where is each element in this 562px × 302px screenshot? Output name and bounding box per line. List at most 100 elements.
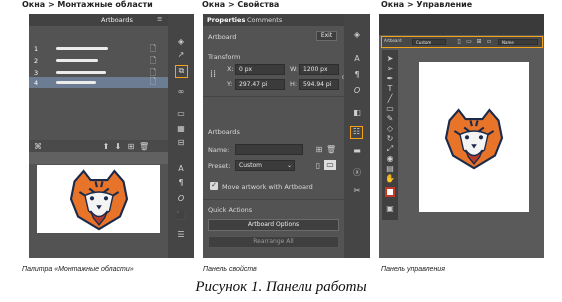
paragraph-icon[interactable]: ¶ (176, 178, 186, 188)
rectangle-tool-icon[interactable]: ▭ (385, 104, 395, 114)
control-preset-select[interactable]: Custom (412, 39, 446, 45)
h-field[interactable]: 594.94 pi (299, 79, 339, 90)
exit-button[interactable]: Exit (316, 31, 337, 41)
artboard-row-number: 2 (34, 57, 39, 65)
brushes-icon[interactable]: ✂ (352, 186, 362, 196)
header-control: Окна > Управление (381, 0, 473, 9)
transform-icon[interactable]: ⊟ (176, 138, 186, 148)
opentype-icon[interactable]: O (176, 194, 186, 204)
app-menubar (379, 14, 544, 35)
symbols-icon[interactable]: ◧ (352, 108, 362, 118)
rearrange-icon[interactable]: ⌘ (33, 142, 43, 152)
type-tool-icon[interactable]: T (385, 84, 395, 94)
reference-point-icon[interactable]: ⁞⁞ (207, 70, 219, 82)
grid-icon[interactable]: ▦ (176, 124, 186, 134)
header-artboards: Окна > Монтажные области (22, 0, 153, 9)
symbols-icon[interactable]: ⬛ (176, 211, 186, 221)
move-up-icon[interactable]: ⬆ (101, 142, 111, 152)
y-field[interactable]: 297.47 pi (235, 79, 285, 90)
artboard-canvas (419, 62, 529, 212)
landscape-icon[interactable]: ▭ (464, 37, 474, 47)
transform-title: Transform (208, 53, 241, 61)
glyphs-icon[interactable]: ⓐ (352, 168, 362, 178)
preset-label: Preset: (208, 162, 231, 170)
artboard-page-icon[interactable]: 🗋 (148, 77, 158, 87)
control-name-field[interactable]: Name (498, 39, 538, 45)
artboard-row-1[interactable]: 1 🗋 (29, 44, 168, 54)
x-field[interactable]: 0 px (235, 64, 285, 75)
align-icon[interactable]: ▭ (176, 109, 186, 119)
artboard-options-icon[interactable]: ⊞ (314, 145, 324, 155)
layers-icon[interactable]: ◈ (176, 37, 186, 47)
artboard-row-2[interactable]: 2 🗋 (29, 56, 168, 66)
scale-tool-icon[interactable]: ⤢ (385, 144, 395, 154)
portrait-icon[interactable]: ▯ (313, 161, 323, 171)
direct-selection-icon[interactable]: ➢ (385, 64, 395, 74)
portrait-icon[interactable]: ▯ (454, 37, 464, 47)
divider (203, 96, 344, 97)
move-down-icon[interactable]: ⬇ (113, 142, 123, 152)
rearrange-all-button[interactable]: Rearrange All (208, 236, 339, 248)
artboard-canvas (37, 165, 160, 233)
line-tool-icon[interactable]: ╱ (385, 94, 395, 104)
artboard-name-bar (56, 81, 96, 84)
properties-icon[interactable]: ☷ (350, 126, 363, 139)
tab-comments[interactable]: Comments (247, 16, 282, 24)
artboard-page-icon[interactable]: 🗋 (148, 44, 158, 54)
tab-artboards[interactable]: Artboards (101, 16, 133, 24)
paragraph-icon[interactable]: ¶ (352, 70, 362, 80)
artboard-row-4[interactable]: 4 🗋 (29, 77, 168, 88)
export-icon[interactable]: ↗ (176, 50, 186, 60)
w-label: W: (290, 65, 299, 73)
rotate-tool-icon[interactable]: ↻ (385, 134, 395, 144)
delete-artboard-icon[interactable]: 🗑 (326, 145, 336, 155)
artboard-name-bar (56, 47, 108, 50)
name-label: Name: (208, 146, 230, 154)
w-field[interactable]: 1200 px (299, 64, 339, 75)
control-panel-screenshot: Artboard Custom ▯ ▭ ⊞ ▫ Name ➤ ➢ ✒ T ╱ ▭… (379, 14, 544, 258)
divider-2 (203, 199, 344, 200)
properties-panel-screenshot: Properties Comments Artboard Exit Transf… (203, 14, 370, 258)
chevron-down-icon: ⌄ (286, 162, 292, 169)
panel-menu-icon[interactable]: ≡ (157, 15, 162, 23)
shape-builder-icon[interactable]: ◉ (385, 154, 395, 164)
pen-tool-icon[interactable]: ✒ (385, 74, 395, 84)
character-icon[interactable]: A (352, 54, 362, 64)
artboard-row-3[interactable]: 3 🗋 (29, 68, 168, 77)
eraser-tool-icon[interactable]: ◇ (385, 124, 395, 134)
artboard-row-number: 3 (34, 69, 39, 77)
fill-stroke-swatch[interactable] (385, 187, 395, 197)
delete-artboard-icon[interactable]: ▫ (484, 37, 494, 47)
layers-icon[interactable]: ◈ (352, 30, 362, 40)
delete-artboard-icon[interactable]: 🗑 (139, 142, 149, 152)
new-artboard-icon[interactable]: ⊞ (474, 37, 484, 47)
name-field[interactable] (235, 144, 303, 155)
artboards-icon[interactable]: ⧉ (175, 65, 188, 78)
hand-tool-icon[interactable]: ✋ (385, 174, 395, 184)
preset-select[interactable]: Custom ⌄ (235, 160, 295, 171)
brush-tool-icon[interactable]: ✎ (385, 114, 395, 124)
artboard-row-number: 1 (34, 45, 39, 53)
links-icon[interactable]: ∞ (176, 87, 186, 97)
selection-tool-icon[interactable]: ➤ (385, 54, 395, 64)
artboards-panel-screenshot: Artboards ≡ 1 🗋 2 🗋 3 🗋 4 🗋 ⌘ ⬆ ⬇ ⊞ 🗑 ◈ … (29, 14, 194, 258)
artboard-options-button[interactable]: Artboard Options (208, 219, 339, 231)
comments-icon[interactable]: ▬ (352, 146, 362, 156)
quick-actions-title: Quick Actions (208, 206, 253, 214)
opentype-icon[interactable]: O (352, 86, 362, 96)
artboard-page-icon[interactable]: 🗋 (148, 56, 158, 66)
gradient-tool-icon[interactable]: ▤ (385, 164, 395, 174)
control-bar[interactable]: Artboard Custom ▯ ▭ ⊞ ▫ Name (381, 36, 543, 48)
artboard-name-bar (56, 59, 98, 62)
tab-properties[interactable]: Properties (207, 16, 245, 24)
artboards-section-title: Artboards (208, 128, 240, 136)
artboard-row-number: 4 (34, 79, 39, 87)
landscape-icon[interactable]: ▭ (324, 160, 336, 170)
screen-mode-icon[interactable]: ▣ (385, 204, 395, 214)
properties-icon[interactable]: ☰ (176, 230, 186, 240)
y-label: Y: (227, 80, 233, 88)
h-label: H: (290, 80, 298, 88)
character-icon[interactable]: A (176, 164, 186, 174)
move-artwork-checkbox[interactable]: ✓ (210, 182, 218, 190)
new-artboard-icon[interactable]: ⊞ (126, 142, 136, 152)
